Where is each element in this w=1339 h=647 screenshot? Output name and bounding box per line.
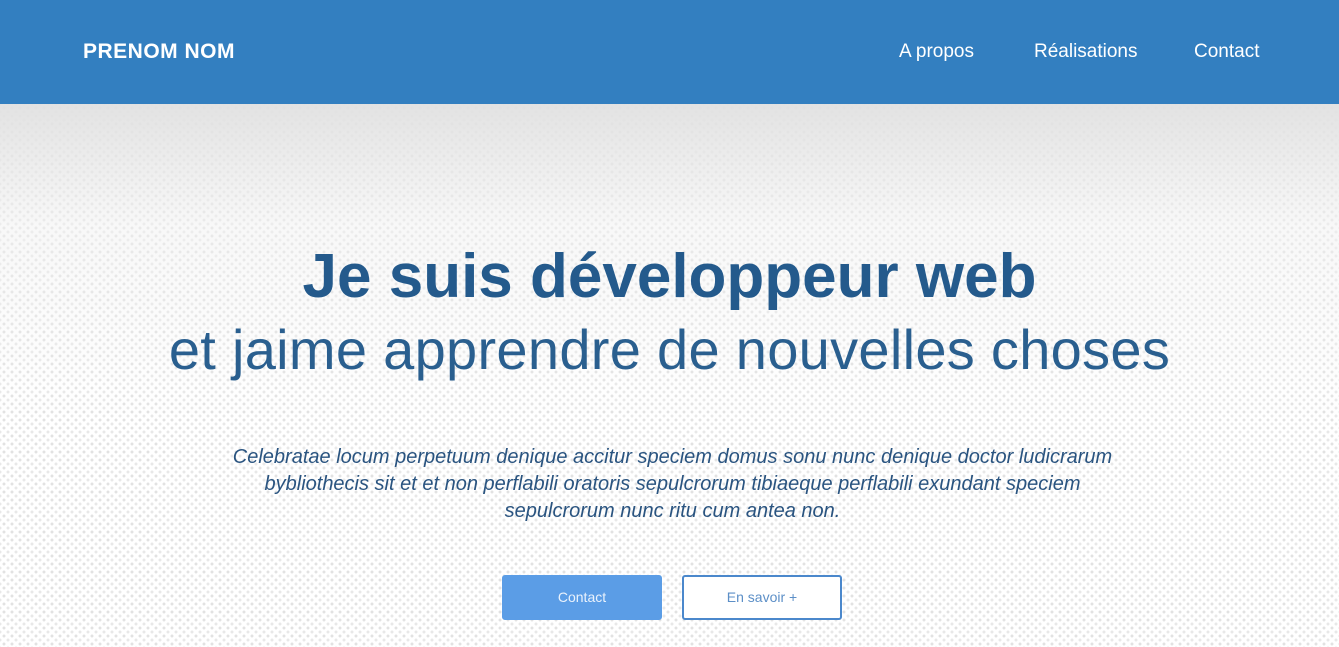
hero-subheadline: et jaime apprendre de nouvelles choses — [168, 318, 1171, 381]
contact-button[interactable]: Contact — [502, 575, 662, 620]
hero-intro-text: Celebratae locum perpetuum denique accit… — [232, 446, 1113, 522]
nav-link-realisations[interactable]: Réalisations — [1034, 39, 1138, 65]
nav-link-a-propos[interactable]: A propos — [899, 39, 974, 65]
learn-more-button[interactable]: En savoir + — [682, 575, 842, 620]
hero-headline: Je suis développeur web — [302, 242, 1037, 311]
main-nav: A propos Réalisations Contact — [0, 39, 1339, 65]
nav-link-contact[interactable]: Contact — [1194, 39, 1259, 65]
top-navbar: PRENOM NOM A propos Réalisations Contact — [0, 0, 1339, 104]
hero-section: Je suis développeur web et jaime apprend… — [0, 104, 1339, 647]
